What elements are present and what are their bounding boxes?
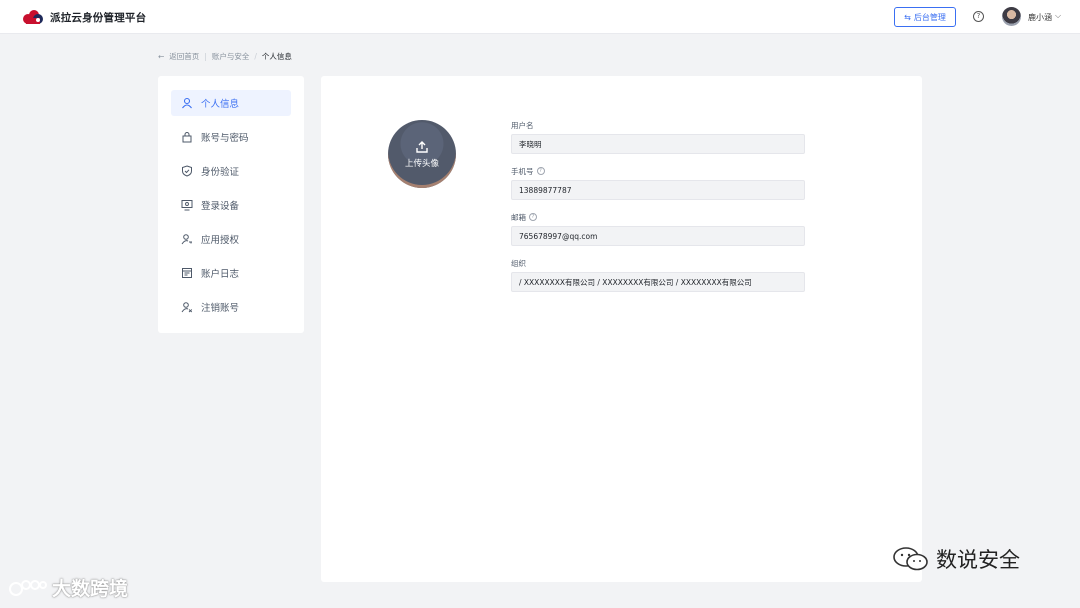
avatar[interactable] — [1002, 7, 1021, 26]
user-name[interactable]: 鹿小涵 — [1028, 12, 1052, 23]
chevron-down-icon[interactable]: ⌵ — [1055, 11, 1061, 21]
question-circle-icon[interactable]: ? — [973, 11, 984, 22]
log-icon — [181, 267, 193, 279]
shield-check-icon — [181, 165, 193, 177]
sidebar: 个人信息 账号与密码 身份验证 登录设备 应用授权 账户日志 注销账号 — [158, 76, 304, 333]
lock-icon — [181, 131, 193, 143]
phone-field[interactable]: 13889877787 — [511, 180, 805, 200]
user-key-icon — [181, 233, 193, 245]
swap-icon: ⇆ — [904, 12, 911, 22]
sidebar-item-label: 应用授权 — [201, 235, 240, 246]
username-label-text: 用户名 — [511, 120, 534, 130]
organization-label: 组织 — [511, 258, 805, 268]
sidebar-item-label: 个人信息 — [201, 99, 240, 110]
sidebar-item-profile[interactable]: 个人信息 — [171, 90, 291, 116]
phone-field-group: 手机号 ? 13889877787 — [511, 166, 805, 200]
email-label: 邮箱 ? — [511, 212, 805, 222]
sidebar-item-account-password[interactable]: 账号与密码 — [171, 124, 291, 150]
breadcrumb: ← 返回首页 | 账户与安全 / 个人信息 — [158, 51, 292, 62]
sidebar-item-label: 账号与密码 — [201, 133, 249, 144]
admin-console-label: 后台管理 — [913, 12, 946, 22]
upload-avatar-button[interactable]: 上传头像 — [388, 120, 456, 188]
sidebar-item-label: 注销账号 — [201, 303, 240, 314]
watermark-right: 数说安全 — [892, 544, 1020, 574]
top-bar: 派拉云身份管理平台 ⇆ 后台管理 ? 鹿小涵 ⌵ — [0, 0, 1080, 34]
username-label: 用户名 — [511, 120, 805, 130]
watermark-left: 大数跨境 — [8, 574, 128, 601]
admin-console-button[interactable]: ⇆ 后台管理 — [894, 7, 956, 27]
breadcrumb-section[interactable]: 账户与安全 — [212, 51, 250, 62]
username-field[interactable]: 李晓明 — [511, 134, 805, 154]
email-label-text: 邮箱 — [511, 212, 526, 222]
email-field-group: 邮箱 ? 765678997@qq.com — [511, 212, 805, 246]
app-title: 派拉云身份管理平台 — [50, 12, 147, 24]
sidebar-item-login-devices[interactable]: 登录设备 — [171, 192, 291, 218]
sidebar-item-identity-verification[interactable]: 身份验证 — [171, 158, 291, 184]
app-logo-icon — [23, 10, 43, 24]
username-field-group: 用户名 李晓明 — [511, 120, 805, 154]
monitor-icon — [181, 199, 193, 211]
organization-field[interactable]: / XXXXXXXX有限公司 / XXXXXXXX有限公司 / XXXXXXXX… — [511, 272, 805, 292]
watermark-left-text: 大数跨境 — [52, 578, 129, 600]
arrow-left-icon[interactable]: ← — [158, 52, 164, 61]
wechat-icon — [893, 547, 928, 571]
phone-label: 手机号 ? — [511, 166, 805, 176]
breadcrumb-current: 个人信息 — [261, 52, 292, 61]
watermark-logo-icon — [9, 579, 47, 596]
sidebar-item-label: 账户日志 — [201, 269, 240, 280]
user-remove-icon — [181, 301, 193, 313]
profile-panel: 上传头像 用户名 李晓明 手机号 ? 13889877787 邮箱 ? 7656… — [321, 76, 922, 582]
sidebar-item-deactivate-account[interactable]: 注销账号 — [171, 294, 291, 320]
email-field[interactable]: 765678997@qq.com — [511, 226, 805, 246]
sidebar-item-account-log[interactable]: 账户日志 — [171, 260, 291, 286]
sidebar-item-label: 登录设备 — [201, 201, 240, 212]
organization-field-group: 组织 / XXXXXXXX有限公司 / XXXXXXXX有限公司 / XXXXX… — [511, 258, 805, 292]
question-circle-icon[interactable]: ? — [536, 167, 545, 175]
breadcrumb-separator: | — [204, 52, 207, 61]
phone-label-text: 手机号 — [511, 166, 534, 176]
profile-form: 用户名 李晓明 手机号 ? 13889877787 邮箱 ? 765678997… — [511, 120, 805, 304]
breadcrumb-separator: / — [254, 52, 257, 61]
breadcrumb-back-home[interactable]: 返回首页 — [169, 51, 199, 62]
organization-label-text: 组织 — [511, 258, 526, 268]
sidebar-item-label: 身份验证 — [201, 167, 240, 178]
sidebar-item-app-authorization[interactable]: 应用授权 — [171, 226, 291, 252]
upload-icon — [416, 140, 428, 153]
question-circle-icon[interactable]: ? — [529, 213, 537, 221]
upload-avatar-label: 上传头像 — [404, 158, 439, 169]
watermark-right-text: 数说安全 — [936, 548, 1020, 572]
user-icon — [181, 97, 193, 109]
